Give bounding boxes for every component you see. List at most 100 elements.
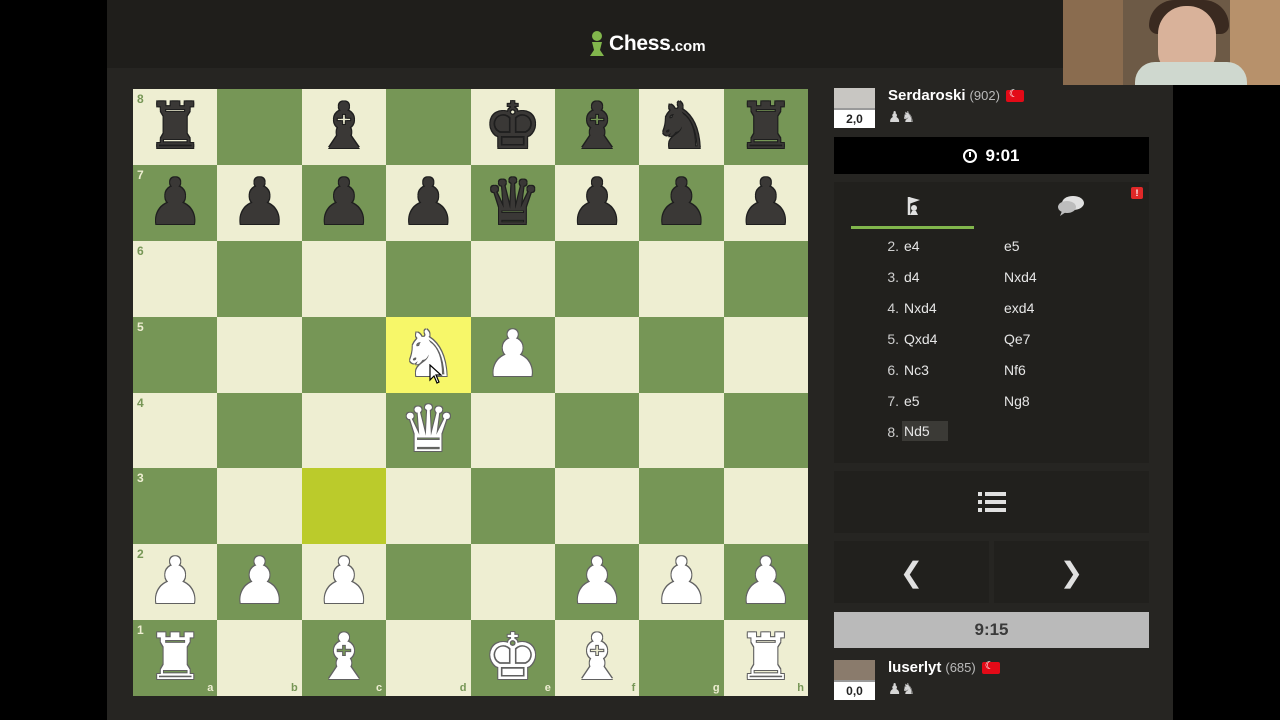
square-g6[interactable]: [639, 240, 724, 317]
white-pawn-piece[interactable]: ♟: [653, 550, 710, 614]
black-move[interactable]: Nf6: [1004, 362, 1026, 378]
square-f6[interactable]: [554, 240, 640, 317]
square-c7[interactable]: ♟: [301, 164, 387, 241]
white-move[interactable]: Qxd4: [902, 331, 939, 347]
square-d6[interactable]: [386, 240, 471, 317]
black-move[interactable]: e5: [1004, 238, 1020, 254]
white-move[interactable]: e4: [902, 238, 922, 254]
square-h6[interactable]: [723, 240, 808, 317]
square-f5[interactable]: [554, 316, 640, 393]
square-d4[interactable]: ♛: [386, 392, 471, 469]
white-pawn-piece[interactable]: ♟: [315, 550, 372, 614]
white-move[interactable]: Nd5: [902, 421, 948, 441]
square-c5[interactable]: [301, 316, 387, 393]
white-pawn-piece[interactable]: ♟: [568, 550, 625, 614]
square-e3[interactable]: [470, 468, 555, 545]
square-e6[interactable]: [470, 240, 555, 317]
square-e2[interactable]: [470, 544, 555, 621]
square-h7[interactable]: ♟: [723, 164, 808, 241]
square-e4[interactable]: [470, 392, 555, 469]
tab-chat[interactable]: !: [992, 182, 1149, 230]
next-move-button[interactable]: ❯: [994, 541, 1149, 603]
black-move[interactable]: Ng8: [1004, 393, 1030, 409]
opponent-avatar[interactable]: 2,0: [834, 88, 875, 128]
white-queen-piece[interactable]: ♛: [400, 398, 457, 462]
white-move[interactable]: e5: [902, 393, 922, 409]
black-pawn-piece[interactable]: ♟: [653, 171, 710, 235]
black-rook-piece[interactable]: ♜: [147, 95, 204, 159]
square-a8[interactable]: 8 ♜: [133, 89, 218, 165]
square-g5[interactable]: [639, 316, 724, 393]
square-b8[interactable]: [217, 89, 302, 165]
chess-com-logo[interactable]: Chess .com: [587, 28, 706, 60]
black-pawn-piece[interactable]: ♟: [315, 171, 372, 235]
square-b5[interactable]: [217, 316, 302, 393]
square-a6[interactable]: 6: [133, 240, 218, 317]
square-h2[interactable]: ♟: [723, 544, 808, 621]
square-b6[interactable]: [217, 240, 302, 317]
square-d3[interactable]: [386, 468, 471, 545]
black-pawn-piece[interactable]: ♟: [231, 171, 288, 235]
square-e1[interactable]: e ♚: [470, 620, 555, 696]
square-h5[interactable]: [723, 316, 808, 393]
square-c2[interactable]: ♟: [301, 544, 387, 621]
square-d2[interactable]: [386, 544, 471, 621]
opponent-name[interactable]: Serdaroski: [888, 87, 966, 104]
white-bishop-piece[interactable]: ♝: [315, 626, 372, 690]
black-pawn-piece[interactable]: ♟: [737, 171, 794, 235]
player-name[interactable]: luserlyt: [888, 659, 941, 676]
square-e5[interactable]: ♟: [470, 316, 555, 393]
square-c8[interactable]: ♝: [301, 89, 387, 165]
square-d1[interactable]: d: [386, 620, 471, 696]
black-pawn-piece[interactable]: ♟: [400, 171, 457, 235]
square-a2[interactable]: 2 ♟: [133, 544, 218, 621]
square-f4[interactable]: [554, 392, 640, 469]
black-king-piece[interactable]: ♚: [484, 95, 541, 159]
white-pawn-piece[interactable]: ♟: [737, 550, 794, 614]
black-bishop-piece[interactable]: ♝: [315, 95, 372, 159]
black-move[interactable]: Qe7: [1004, 331, 1030, 347]
move-list-toggle-button[interactable]: [834, 471, 1149, 533]
square-e8[interactable]: ♚: [470, 89, 555, 165]
white-move[interactable]: Nxd4: [902, 300, 939, 316]
square-f1[interactable]: f ♝: [554, 620, 640, 696]
square-a4[interactable]: 4: [133, 392, 218, 469]
tab-moves[interactable]: [834, 182, 991, 230]
square-h1[interactable]: h ♜: [723, 620, 808, 696]
square-b3[interactable]: [217, 468, 302, 545]
white-move[interactable]: d4: [902, 269, 922, 285]
square-e7[interactable]: ♛: [470, 164, 555, 241]
white-bishop-piece[interactable]: ♝: [568, 626, 625, 690]
white-pawn-piece[interactable]: ♟: [147, 550, 204, 614]
square-a5[interactable]: 5: [133, 316, 218, 393]
square-b2[interactable]: ♟: [217, 544, 302, 621]
black-knight-piece[interactable]: ♞: [653, 95, 710, 159]
square-g8[interactable]: ♞: [639, 89, 724, 165]
black-bishop-piece[interactable]: ♝: [568, 95, 625, 159]
square-b4[interactable]: [217, 392, 302, 469]
black-move[interactable]: Nxd4: [1004, 269, 1037, 285]
square-f8[interactable]: ♝: [554, 89, 640, 165]
black-move[interactable]: exd4: [1004, 300, 1034, 316]
square-g4[interactable]: [639, 392, 724, 469]
black-rook-piece[interactable]: ♜: [737, 95, 794, 159]
white-pawn-piece[interactable]: ♟: [231, 550, 288, 614]
square-d7[interactable]: ♟: [386, 164, 471, 241]
square-d8[interactable]: [386, 89, 471, 165]
square-a1[interactable]: 1 a ♜: [133, 620, 218, 696]
white-king-piece[interactable]: ♚: [484, 626, 541, 690]
square-c6[interactable]: [301, 240, 387, 317]
square-g7[interactable]: ♟: [639, 164, 724, 241]
black-pawn-piece[interactable]: ♟: [568, 171, 625, 235]
square-a7[interactable]: 7 ♟: [133, 164, 218, 241]
black-pawn-piece[interactable]: ♟: [147, 171, 204, 235]
square-h3[interactable]: [723, 468, 808, 545]
square-c3[interactable]: [301, 468, 387, 545]
white-rook-piece[interactable]: ♜: [147, 626, 204, 690]
chess-board[interactable]: 8 ♜ ♝ ♚ ♝ ♞ ♜ 7 ♟ ♟ ♟ ♟ ♛ ♟ ♟ ♟ 6 5 ♞ ♟ 4 ♛ 3 2 ♟ ♟ ♟ ♟ ♟ ♟ 1 a ♜ b c ♝ d e ♚ f…: [133, 89, 808, 696]
square-f2[interactable]: ♟: [554, 544, 640, 621]
square-f7[interactable]: ♟: [554, 164, 640, 241]
square-c1[interactable]: c ♝: [301, 620, 387, 696]
white-rook-piece[interactable]: ♜: [737, 626, 794, 690]
square-a3[interactable]: 3: [133, 468, 218, 545]
